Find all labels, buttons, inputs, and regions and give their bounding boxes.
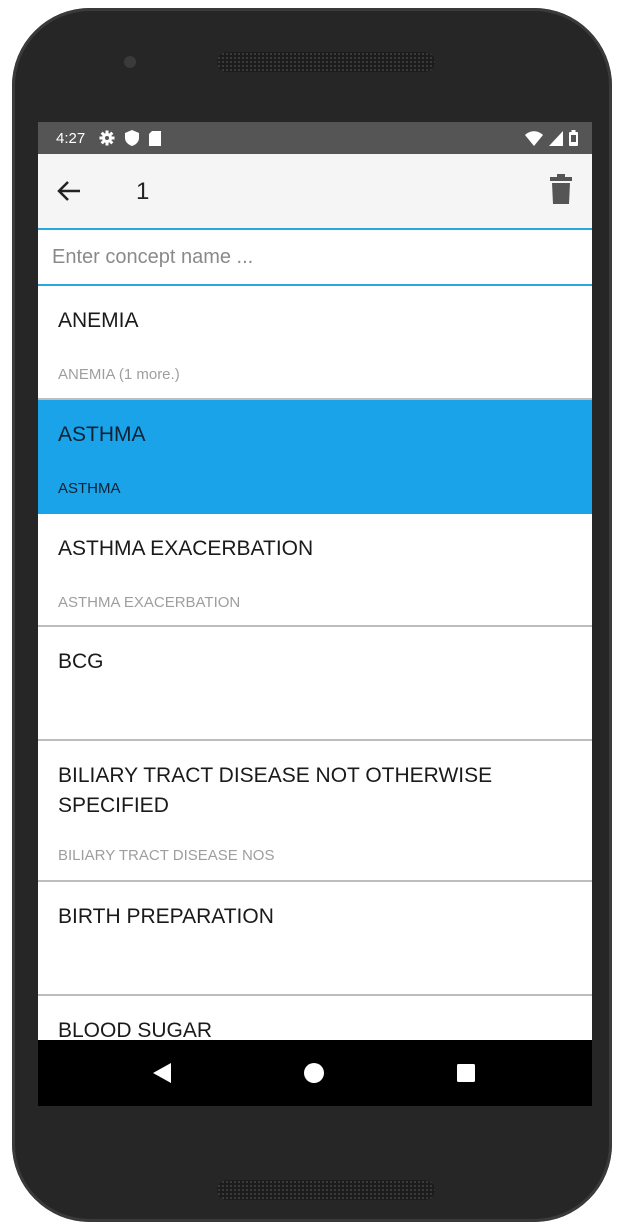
home-circle-icon bbox=[304, 1063, 324, 1083]
concept-title: ASTHMA bbox=[58, 423, 146, 446]
nav-recents-button[interactable] bbox=[436, 1040, 496, 1106]
delete-button[interactable] bbox=[550, 174, 576, 208]
concept-item-anemia[interactable]: ANEMIA ANEMIA (1 more.) bbox=[38, 286, 592, 400]
concept-title: BIRTH PREPARATION bbox=[58, 905, 274, 928]
concept-subtitle: BILIARY TRACT DISEASE NOS bbox=[58, 847, 275, 864]
concept-item-biliary-tract-disease[interactable]: BILIARY TRACT DISEASE NOT OTHERWISE SPEC… bbox=[38, 741, 592, 882]
signal-icon bbox=[549, 130, 563, 146]
concept-item-birth-preparation[interactable]: BIRTH PREPARATION bbox=[38, 882, 592, 996]
concept-search-input[interactable] bbox=[38, 230, 592, 284]
concept-title: ANEMIA bbox=[58, 309, 139, 332]
bottom-speaker bbox=[217, 1180, 435, 1200]
sd-card-icon bbox=[149, 130, 162, 146]
concept-subtitle: ASTHMA EXACERBATION bbox=[58, 594, 241, 611]
concept-item-asthma-exacerbation[interactable]: ASTHMA EXACERBATION ASTHMA EXACERBATION bbox=[38, 514, 592, 627]
concept-title: BILIARY TRACT DISEASE NOT OTHERWISE SPEC… bbox=[58, 764, 493, 817]
gear-icon bbox=[99, 130, 115, 146]
concept-subtitle: ANEMIA (1 more.) bbox=[58, 366, 180, 383]
nav-back-button[interactable] bbox=[132, 1040, 192, 1106]
trash-icon bbox=[550, 174, 572, 204]
nav-home-button[interactable] bbox=[284, 1040, 344, 1106]
shield-icon bbox=[125, 130, 140, 146]
concept-item-bcg[interactable]: BCG bbox=[38, 627, 592, 741]
recents-square-icon bbox=[457, 1064, 475, 1082]
concept-item-asthma[interactable]: ASTHMA ASTHMA bbox=[38, 400, 592, 514]
system-nav-bar bbox=[38, 1040, 592, 1106]
device-screen: 4:27 1 Enter concept name ... ANEMIA ANE… bbox=[38, 122, 592, 1106]
status-time: 4:27 bbox=[56, 129, 86, 147]
page-title: 1 bbox=[136, 178, 150, 205]
wifi-icon bbox=[525, 130, 543, 146]
arrow-left-icon bbox=[57, 181, 80, 201]
front-camera bbox=[124, 56, 136, 68]
battery-icon bbox=[569, 130, 578, 146]
concept-title: BCG bbox=[58, 650, 104, 673]
concept-title: ASTHMA EXACERBATION bbox=[58, 537, 314, 560]
concept-list: ANEMIA ANEMIA (1 more.) ASTHMA ASTHMA AS… bbox=[38, 286, 592, 1106]
search-box bbox=[38, 228, 592, 286]
concept-subtitle: ASTHMA bbox=[58, 480, 121, 497]
back-triangle-icon bbox=[153, 1063, 171, 1083]
back-button[interactable] bbox=[56, 178, 86, 204]
app-bar: 1 bbox=[38, 154, 592, 228]
top-speaker bbox=[217, 52, 435, 72]
status-bar: 4:27 bbox=[38, 122, 592, 154]
